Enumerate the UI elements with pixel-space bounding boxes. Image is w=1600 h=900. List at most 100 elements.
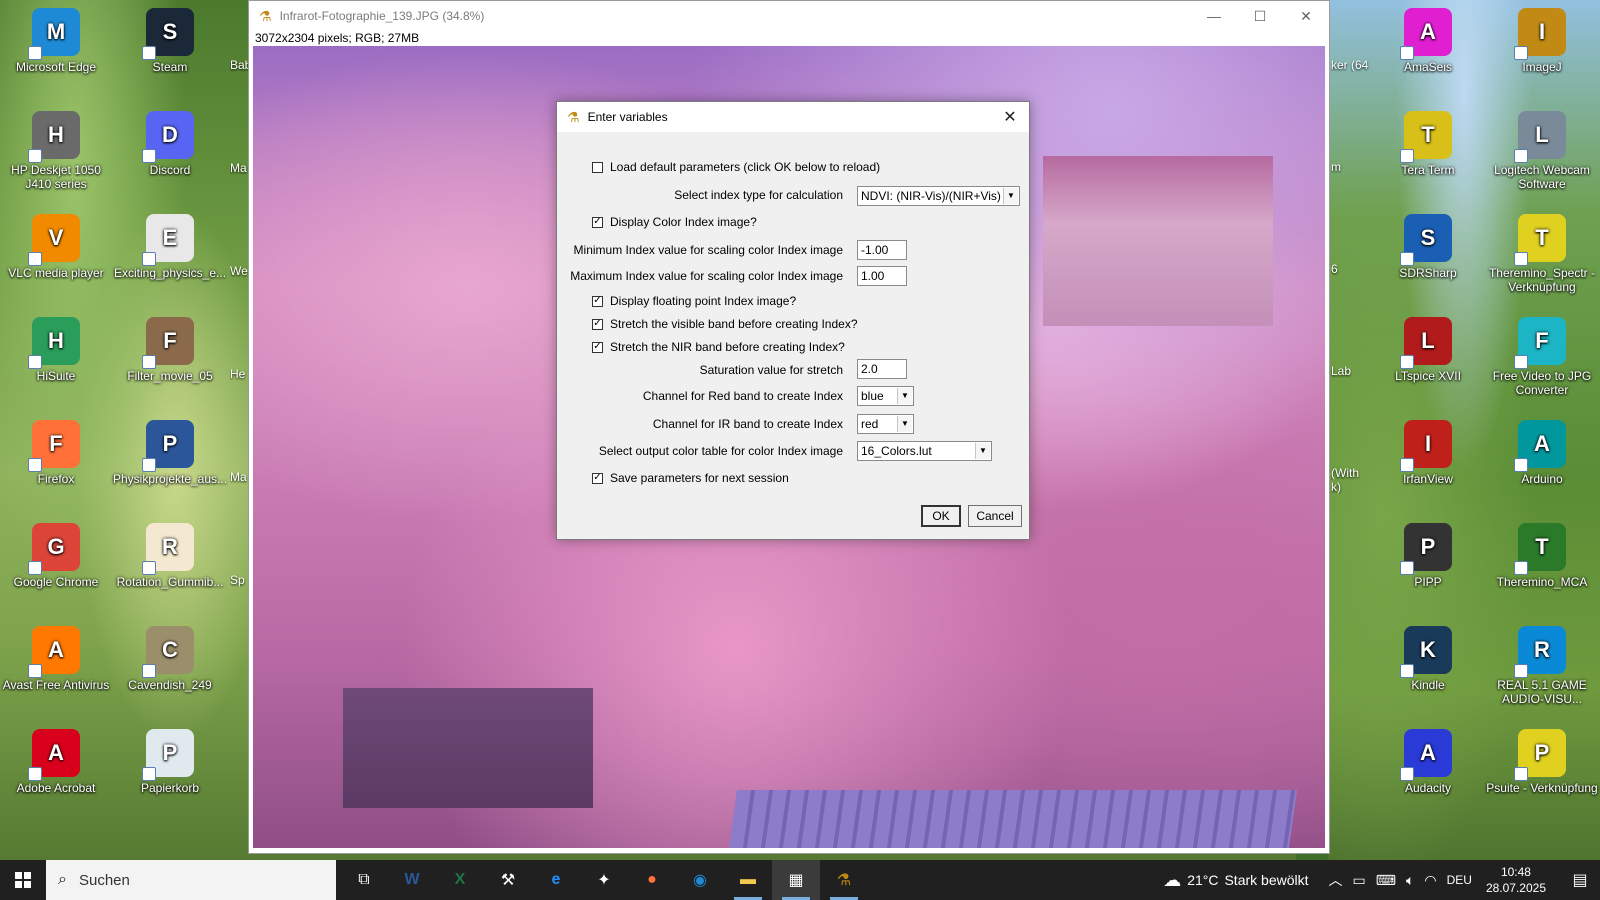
desktop-icon[interactable]: I ImageJ [1486, 4, 1598, 100]
maximize-button[interactable]: ☐ [1237, 1, 1283, 31]
desktop-icon[interactable]: S SDRSharp [1372, 210, 1484, 306]
lut-select[interactable]: 16_Colors.lut ▼ [857, 441, 992, 461]
desktop-icon-label[interactable]: 6 [1331, 262, 1371, 276]
checkbox-box[interactable]: ✓ [592, 341, 603, 353]
desktop-icon[interactable]: P Psuite - Verknüpfung [1486, 725, 1598, 821]
desktop-icon-label[interactable]: He [230, 367, 248, 381]
minimize-button[interactable]: — [1191, 1, 1237, 31]
stretch-visible-checkbox[interactable]: ✓ Stretch the visible band before creati… [592, 317, 858, 331]
file-explorer-icon[interactable]: ▬ [724, 860, 772, 900]
weather-widget[interactable]: ☁ 21°C Stark bewölkt [1163, 870, 1308, 891]
excel-icon[interactable]: X [436, 860, 484, 900]
desktop-icon[interactable]: A Audacity [1372, 725, 1484, 821]
internet-explorer-icon[interactable]: e [532, 860, 580, 900]
desktop-icon-label[interactable]: (With [1331, 466, 1371, 480]
volume-icon[interactable]: 🔈︎ [1406, 872, 1414, 889]
stretch-nir-checkbox[interactable]: ✓ Stretch the NIR band before creating I… [592, 340, 845, 354]
clock[interactable]: 10:48 28.07.2025 [1486, 864, 1546, 896]
notification-icon[interactable]: ▤ [1560, 870, 1600, 890]
desktop-icon[interactable]: H HiSuite [0, 313, 112, 409]
firefox-icon[interactable]: ● [628, 860, 676, 900]
desktop-icon-label[interactable]: Sp [230, 573, 248, 587]
image-window-titlebar[interactable]: ⚗ Infrarot-Fotographie_139.JPG (34.8%) [249, 1, 1329, 31]
max-index-input[interactable]: 1.00 [857, 266, 907, 286]
checkbox-box[interactable] [592, 161, 603, 173]
desktop-icon[interactable]: P Papierkorb [114, 725, 226, 821]
word-icon[interactable]: W [388, 860, 436, 900]
desktop-icon[interactable]: C Cavendish_249 [114, 622, 226, 718]
cancel-button[interactable]: Cancel [968, 505, 1022, 527]
imagej-window-icon[interactable]: ▦ [772, 860, 820, 900]
chevron-down-icon[interactable]: ▼ [897, 416, 912, 432]
chevron-down-icon[interactable]: ▼ [1003, 188, 1018, 204]
desktop-icon-label[interactable]: We [230, 264, 248, 278]
enter-variables-dialog[interactable]: ⚗ Enter variables ✕ Load default paramet… [556, 101, 1030, 540]
checkbox-box[interactable]: ✓ [592, 318, 603, 330]
desktop-icon[interactable]: T Theremino_MCA [1486, 519, 1598, 615]
desktop-icon[interactable]: I IrfanView [1372, 416, 1484, 512]
wifi-icon[interactable]: ◠ [1424, 872, 1436, 889]
display-color-checkbox[interactable]: ✓ Display Color Index image? [592, 215, 757, 229]
language-indicator[interactable]: DEU [1447, 873, 1472, 887]
imagej-icon[interactable]: ⚗ [820, 860, 868, 900]
desktop-icon[interactable]: A Adobe Acrobat [0, 725, 112, 821]
game-controller-icon[interactable]: ✦ [580, 860, 628, 900]
desktop-icon[interactable]: F Firefox [0, 416, 112, 512]
desktop-icon[interactable]: G Google Chrome [0, 519, 112, 615]
desktop-icon[interactable]: M Microsoft Edge [0, 4, 112, 100]
clock-date: 28.07.2025 [1485, 881, 1546, 895]
desktop-icon[interactable]: R Rotation_Gummib... [114, 519, 226, 615]
desktop-icon[interactable]: A AmaSeis [1372, 4, 1484, 100]
desktop-icon-label[interactable]: Ma [230, 470, 248, 484]
chevron-down-icon[interactable]: ▼ [897, 388, 912, 404]
start-button[interactable] [0, 860, 46, 900]
red-channel-select[interactable]: blue ▼ [857, 386, 914, 406]
desktop-icon-label[interactable]: Bab [230, 58, 248, 72]
desktop-icon[interactable]: A Arduino [1486, 416, 1598, 512]
dialog-close-button[interactable]: ✕ [997, 104, 1023, 130]
load-default-checkbox[interactable]: Load default parameters (click OK below … [592, 160, 880, 174]
desktop-icon[interactable]: H HP Deskjet 1050 J410 series [0, 107, 112, 203]
min-index-input[interactable]: -1.00 [857, 240, 907, 260]
desktop-icon-label[interactable]: ker (64 [1331, 58, 1371, 72]
tool-icon[interactable]: ⚒ [484, 860, 532, 900]
desktop-icon[interactable]: F Filter_movie_05 [114, 313, 226, 409]
desktop-icon[interactable]: E Exciting_physics_e... [114, 210, 226, 306]
desktop-icon[interactable]: P Physikprojekte_aus... [113, 416, 227, 512]
dialog-titlebar[interactable]: ⚗ Enter variables [557, 102, 1029, 132]
desktop-icon[interactable]: V VLC media player [0, 210, 112, 306]
desktop-icon[interactable]: S Steam [114, 4, 226, 100]
saturation-input[interactable]: 2.0 [857, 359, 907, 379]
ime-icon[interactable]: ⌨ [1376, 872, 1396, 889]
chevron-down-icon[interactable]: ▼ [975, 443, 990, 459]
desktop-icon[interactable]: F Free Video to JPG Converter [1486, 313, 1598, 409]
desktop-icon[interactable]: D Discord [114, 107, 226, 203]
desktop-icon[interactable]: T Theremino_Spectr - Verknüpfung [1486, 210, 1598, 306]
desktop-icon[interactable]: L LTspice XVII [1372, 313, 1484, 409]
close-button[interactable]: ✕ [1283, 1, 1329, 31]
desktop-icon[interactable]: A Avast Free Antivirus [0, 622, 112, 718]
edge-icon[interactable]: ◉ [676, 860, 724, 900]
desktop-icon-label: SDRSharp [1399, 266, 1457, 280]
checkbox-box[interactable]: ✓ [592, 472, 603, 484]
desktop-icon-label[interactable]: Lab [1331, 364, 1371, 378]
chevron-up-icon[interactable]: ︿ [1329, 870, 1343, 890]
desktop-icon[interactable]: R REAL 5.1 GAME AUDIO-VISU... [1486, 622, 1598, 718]
desktop-icon[interactable]: P PIPP [1372, 519, 1484, 615]
desktop-icon-label[interactable]: Ma [230, 161, 248, 175]
index-type-select[interactable]: NDVI: (NIR-Vis)/(NIR+Vis) ▼ [857, 186, 1020, 206]
desktop-icon-label[interactable]: k) [1331, 480, 1371, 494]
ir-channel-select[interactable]: red ▼ [857, 414, 914, 434]
ok-button[interactable]: OK [921, 505, 961, 527]
task-view-icon[interactable]: ⧉ [340, 860, 388, 900]
battery-icon[interactable]: ▭ [1353, 872, 1366, 889]
desktop-icon[interactable]: T Tera Term [1372, 107, 1484, 203]
desktop-icon[interactable]: K Kindle [1372, 622, 1484, 718]
checkbox-box[interactable]: ✓ [592, 295, 603, 307]
save-params-checkbox[interactable]: ✓ Save parameters for next session [592, 471, 789, 485]
display-float-checkbox[interactable]: ✓ Display floating point Index image? [592, 294, 796, 308]
checkbox-box[interactable]: ✓ [592, 216, 603, 228]
desktop-icon-label[interactable]: m [1331, 160, 1371, 174]
desktop-icon[interactable]: L Logitech Webcam Software [1486, 107, 1598, 203]
taskbar-search[interactable]: ⌕ Suchen [46, 860, 336, 900]
